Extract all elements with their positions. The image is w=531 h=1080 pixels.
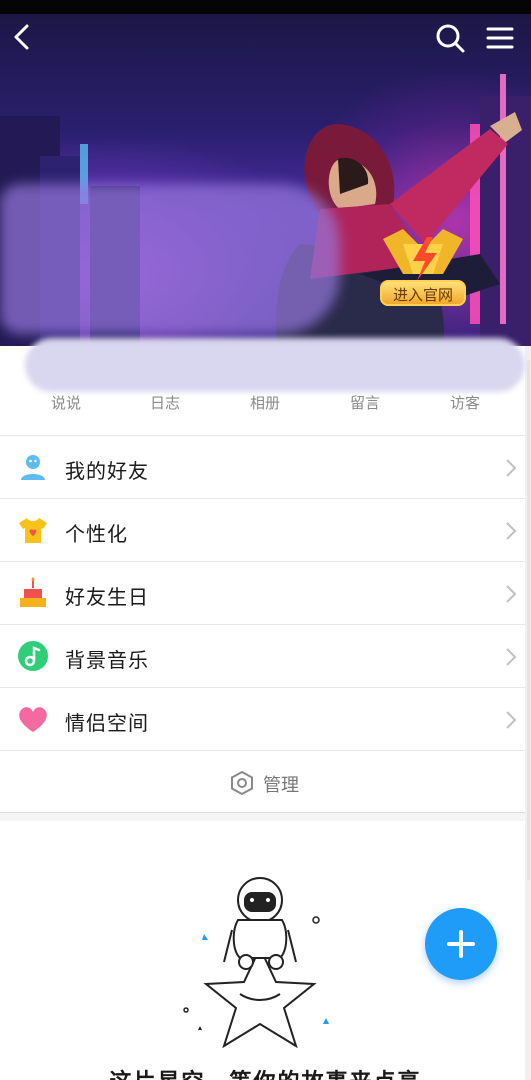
status-bar: [0, 0, 531, 14]
menu-item-friends[interactable]: 我的好友: [0, 436, 531, 499]
blurred-profile-overlay: [0, 184, 340, 334]
menu-item-music[interactable]: 背景音乐: [0, 625, 531, 688]
menu-item-birthday[interactable]: 好友生日: [0, 562, 531, 625]
stat-tab-message[interactable]: 留言: [325, 392, 405, 413]
stat-tab-visitors[interactable]: 访客: [425, 392, 505, 413]
stat-tab-shuoshuo[interactable]: 说说: [26, 392, 106, 413]
menu-item-label: 我的好友: [65, 459, 149, 483]
heart-icon: [19, 707, 47, 732]
manage-label: 管理: [263, 775, 299, 796]
scrollbar-thumb[interactable]: [527, 360, 530, 880]
section-gap: [0, 813, 531, 821]
back-arrow-icon[interactable]: [8, 22, 36, 52]
menu-item-label: 情侣空间: [65, 711, 149, 735]
stat-tab-album[interactable]: 相册: [225, 392, 305, 413]
stat-tab-diary[interactable]: 日志: [125, 392, 205, 413]
empty-state-text: 这片星空，等你的故事来点亮: [0, 1064, 531, 1080]
menu-item-personalize[interactable]: 个性化: [0, 499, 531, 562]
chevron-right-icon: [506, 711, 517, 729]
blurred-stats-overlay: [25, 338, 525, 392]
chevron-right-icon: [506, 522, 517, 540]
menu-item-label: 背景音乐: [65, 648, 149, 672]
menu-list: 我的好友 个性化 好友生日 背景音乐 情侣空间: [0, 436, 531, 751]
friends-icon: [21, 455, 45, 480]
manage-button[interactable]: 管理: [0, 751, 531, 813]
search-icon[interactable]: [434, 22, 466, 54]
plus-icon: [459, 930, 463, 958]
music-note-icon: [18, 641, 48, 671]
stats-row: 说说 日志 相册 留言 访客: [0, 392, 531, 422]
menu-item-label: 个性化: [65, 522, 128, 546]
birthday-cake-icon: [20, 577, 46, 607]
chevron-right-icon: [506, 585, 517, 603]
menu-item-label: 好友生日: [65, 585, 149, 609]
astronaut-star-illustration: [183, 877, 329, 1049]
hero-banner: 进入官网: [0, 14, 531, 346]
official-site-button[interactable]: 进入官网: [380, 280, 466, 306]
add-post-fab-button[interactable]: [425, 908, 497, 980]
chevron-right-icon: [506, 648, 517, 666]
settings-hexagon-icon: [231, 771, 253, 795]
menu-icon[interactable]: [485, 24, 515, 52]
chevron-right-icon: [506, 459, 517, 477]
menu-item-couple-space[interactable]: 情侣空间: [0, 688, 531, 751]
personalize-shirt-icon: [19, 518, 47, 543]
